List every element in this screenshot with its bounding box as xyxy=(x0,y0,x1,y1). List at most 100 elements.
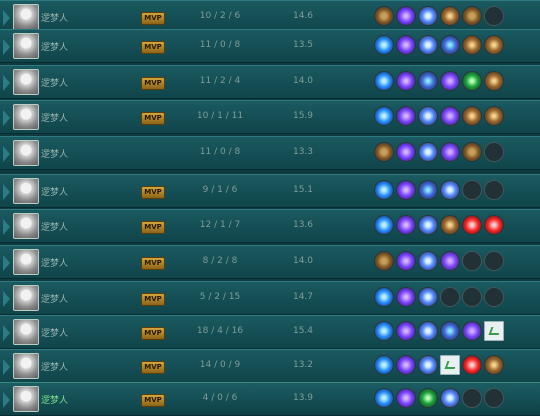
match-row[interactable]: 逻梦人 MVP 5 / 2 / 15 14.7 xyxy=(0,281,540,315)
item-book-icon[interactable] xyxy=(462,106,482,126)
item-orb-icon[interactable] xyxy=(418,180,438,200)
item-arcane-icon[interactable] xyxy=(396,142,416,162)
item-arcane-icon[interactable] xyxy=(396,71,416,91)
expand-arrow-icon[interactable] xyxy=(3,146,10,162)
item-boots-icon[interactable] xyxy=(374,6,394,26)
item-boots-icon[interactable] xyxy=(462,142,482,162)
match-row[interactable]: 逻梦人 MVP 14 / 0 / 9 13.2 xyxy=(0,349,540,383)
item-hand-icon[interactable] xyxy=(440,251,460,271)
item-green-icon[interactable] xyxy=(418,388,438,408)
item-blade-icon[interactable] xyxy=(418,6,438,26)
item-arcane-icon[interactable] xyxy=(396,251,416,271)
item-hand-icon[interactable] xyxy=(440,71,460,91)
match-row[interactable]: 逻梦人 MVP 8 / 2 / 8 14.0 xyxy=(0,245,540,279)
item-orb-icon[interactable] xyxy=(440,321,460,341)
empty-item-slot[interactable] xyxy=(484,6,504,26)
player-name: 逻梦人 xyxy=(41,114,69,124)
item-broken-icon[interactable] xyxy=(440,355,460,375)
empty-item-slot[interactable] xyxy=(462,287,482,307)
match-row[interactable]: 逻梦人 MVP 9 / 1 / 6 15.1 xyxy=(0,174,540,208)
empty-item-slot[interactable] xyxy=(484,180,504,200)
match-row[interactable]: 逻梦人 MVP 10 / 1 / 11 15.9 xyxy=(0,100,540,134)
expand-arrow-icon[interactable] xyxy=(3,39,10,55)
empty-item-slot[interactable] xyxy=(462,180,482,200)
item-spell-icon[interactable] xyxy=(374,215,394,235)
expand-arrow-icon[interactable] xyxy=(3,75,10,91)
item-boots-icon[interactable] xyxy=(374,142,394,162)
item-red-icon[interactable] xyxy=(484,215,504,235)
player-name: 逻梦人 xyxy=(41,363,69,373)
item-hand-icon[interactable] xyxy=(462,321,482,341)
empty-item-slot[interactable] xyxy=(484,388,504,408)
player-name: 逻梦人 xyxy=(41,43,69,53)
empty-item-slot[interactable] xyxy=(462,251,482,271)
item-spell-icon[interactable] xyxy=(374,106,394,126)
item-blade-icon[interactable] xyxy=(418,321,438,341)
item-orb-icon[interactable] xyxy=(418,71,438,91)
item-blade-icon[interactable] xyxy=(418,106,438,126)
item-arcane-icon[interactable] xyxy=(396,355,416,375)
expand-arrow-icon[interactable] xyxy=(3,392,10,408)
item-spell-icon[interactable] xyxy=(374,71,394,91)
item-spell-icon[interactable] xyxy=(374,388,394,408)
item-arcane-icon[interactable] xyxy=(396,321,416,341)
item-spell-icon[interactable] xyxy=(374,180,394,200)
item-broken-icon[interactable] xyxy=(484,321,504,341)
item-boots-icon[interactable] xyxy=(462,6,482,26)
empty-item-slot[interactable] xyxy=(462,388,482,408)
item-boots-icon[interactable] xyxy=(374,251,394,271)
item-hand-icon[interactable] xyxy=(440,142,460,162)
player-name: 逻梦人 xyxy=(41,259,69,269)
champion-avatar xyxy=(13,353,39,379)
item-arcane-icon[interactable] xyxy=(396,35,416,55)
item-book-icon[interactable] xyxy=(484,355,504,375)
item-arcane-icon[interactable] xyxy=(396,180,416,200)
item-blade-icon[interactable] xyxy=(418,142,438,162)
empty-item-slot[interactable] xyxy=(484,142,504,162)
item-book-icon[interactable] xyxy=(462,35,482,55)
match-row[interactable]: 逻梦人 MVP 12 / 1 / 7 13.6 xyxy=(0,209,540,243)
item-arcane-icon[interactable] xyxy=(396,388,416,408)
match-row[interactable]: 逻梦人 MVP 11 / 2 / 4 14.0 xyxy=(0,65,540,99)
item-arcane-icon[interactable] xyxy=(396,6,416,26)
expand-arrow-icon[interactable] xyxy=(3,359,10,375)
item-hand-icon[interactable] xyxy=(440,106,460,126)
item-book-icon[interactable] xyxy=(484,35,504,55)
item-spell-icon[interactable] xyxy=(374,355,394,375)
match-row[interactable]: 逻梦人 MVP 4 / 0 / 6 13.9 xyxy=(0,382,540,416)
item-blade-icon[interactable] xyxy=(440,388,460,408)
item-arcane-icon[interactable] xyxy=(396,106,416,126)
item-blade-icon[interactable] xyxy=(418,355,438,375)
item-blade-icon[interactable] xyxy=(418,215,438,235)
item-book-icon[interactable] xyxy=(440,6,460,26)
empty-item-slot[interactable] xyxy=(484,251,504,271)
item-red-icon[interactable] xyxy=(462,355,482,375)
item-spell-icon[interactable] xyxy=(374,287,394,307)
item-spell-icon[interactable] xyxy=(374,35,394,55)
expand-arrow-icon[interactable] xyxy=(3,184,10,200)
expand-arrow-icon[interactable] xyxy=(3,325,10,341)
item-arcane-icon[interactable] xyxy=(396,215,416,235)
match-row[interactable]: 逻梦人 MVP 11 / 0 / 8 13.5 xyxy=(0,29,540,63)
item-green-icon[interactable] xyxy=(462,71,482,91)
item-blade-icon[interactable] xyxy=(418,287,438,307)
expand-arrow-icon[interactable] xyxy=(3,10,10,26)
item-spell-icon[interactable] xyxy=(374,321,394,341)
expand-arrow-icon[interactable] xyxy=(3,219,10,235)
item-blade-icon[interactable] xyxy=(418,35,438,55)
item-blade-icon[interactable] xyxy=(418,251,438,271)
expand-arrow-icon[interactable] xyxy=(3,255,10,271)
item-arcane-icon[interactable] xyxy=(396,287,416,307)
empty-item-slot[interactable] xyxy=(440,287,460,307)
item-red-icon[interactable] xyxy=(462,215,482,235)
item-blade-icon[interactable] xyxy=(440,180,460,200)
expand-arrow-icon[interactable] xyxy=(3,110,10,126)
match-row[interactable]: 逻梦人 MVP 18 / 4 / 16 15.4 xyxy=(0,315,540,349)
item-book-icon[interactable] xyxy=(484,106,504,126)
match-row[interactable]: 逻梦人 11 / 0 / 8 13.3 xyxy=(0,136,540,170)
item-book-icon[interactable] xyxy=(484,71,504,91)
empty-item-slot[interactable] xyxy=(484,287,504,307)
expand-arrow-icon[interactable] xyxy=(3,291,10,307)
item-book-icon[interactable] xyxy=(440,215,460,235)
item-orb-icon[interactable] xyxy=(440,35,460,55)
